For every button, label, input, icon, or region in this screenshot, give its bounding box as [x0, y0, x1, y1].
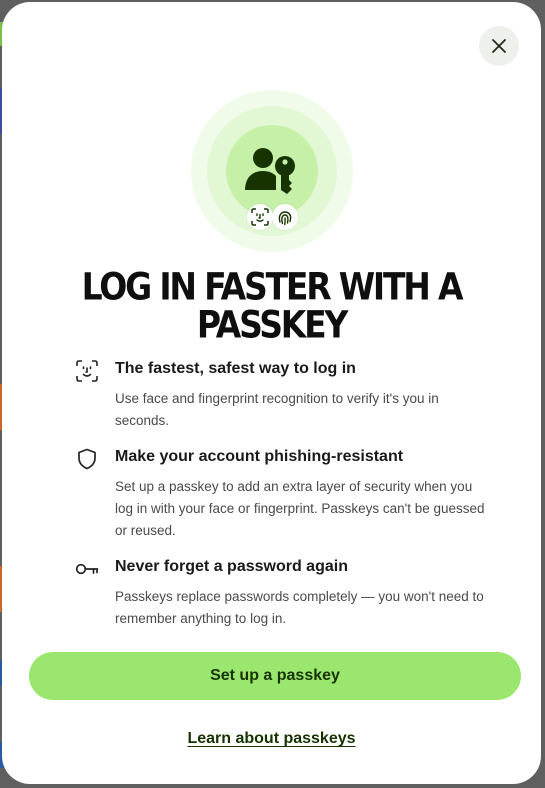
user-key-icon	[244, 148, 295, 194]
feature-title: Never forget a password again	[115, 558, 348, 575]
close-button[interactable]	[479, 26, 519, 66]
setup-passkey-button[interactable]: Set up a passkey	[29, 652, 521, 700]
learn-about-passkeys-link[interactable]: Learn about passkeys	[2, 730, 541, 748]
feature-description: Passkeys replace passwords completely — …	[115, 589, 484, 626]
feature-title: Make your account phishing-resistant	[115, 448, 404, 465]
feature-description: Use face and fingerprint recognition to …	[115, 391, 439, 428]
feature-title: The fastest, safest way to log in	[115, 360, 356, 377]
shield-icon	[74, 446, 100, 472]
fingerprint-badge	[271, 204, 298, 230]
face-scan-icon	[74, 358, 100, 384]
face-id-icon	[250, 208, 269, 226]
modal-title: LOG IN FASTER WITH A PASSKEY	[81, 264, 464, 347]
close-icon	[492, 39, 506, 53]
passkey-modal: LOG IN FASTER WITH A PASSKEY The fastest…	[2, 2, 541, 784]
fingerprint-icon	[278, 211, 291, 226]
key-icon	[74, 556, 100, 582]
feature-description: Set up a passkey to add an extra layer o…	[115, 479, 485, 538]
face-id-badge	[246, 204, 273, 230]
passkey-illustration	[190, 90, 353, 252]
